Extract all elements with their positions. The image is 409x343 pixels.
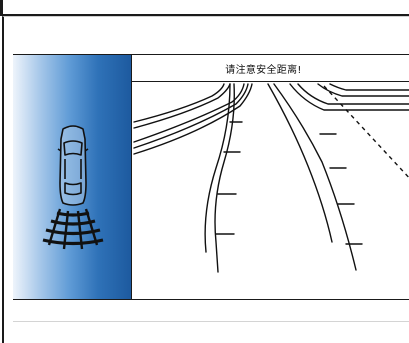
parking-guide-lines-icon <box>133 83 409 273</box>
sensor-view-pane <box>13 55 132 299</box>
parking-assist-display: 请注意安全距离! <box>13 54 409 300</box>
warning-text: 请注意安全距离! <box>225 64 302 76</box>
warning-banner: 请注意安全距离! <box>132 55 409 82</box>
top-border-notch <box>0 0 3 14</box>
bottom-divider <box>13 321 409 322</box>
top-border-strip <box>0 0 409 16</box>
rear-camera-pane: 请注意安全距离! <box>132 55 409 299</box>
car-top-view-icon <box>42 125 104 250</box>
